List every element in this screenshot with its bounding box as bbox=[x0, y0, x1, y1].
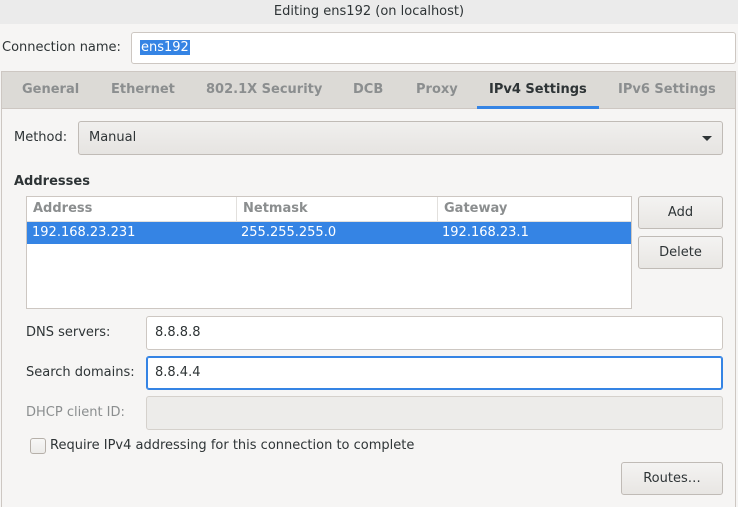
addresses-heading: Addresses bbox=[14, 174, 90, 189]
routes-button[interactable]: Routes… bbox=[621, 462, 723, 495]
column-header-address[interactable]: Address bbox=[27, 197, 236, 221]
method-dropdown[interactable]: Manual bbox=[78, 121, 723, 155]
tab-bar: General Ethernet 802.1X Security DCB Pro… bbox=[2, 72, 735, 109]
tab-general[interactable]: General bbox=[22, 72, 79, 109]
method-label: Method: bbox=[14, 130, 68, 145]
require-ipv4-checkbox[interactable] bbox=[30, 438, 46, 454]
search-domains-value: 8.8.4.4 bbox=[155, 365, 201, 380]
require-ipv4-label: Require IPv4 addressing for this connect… bbox=[50, 438, 415, 453]
method-value: Manual bbox=[89, 130, 137, 145]
window-title: Editing ens192 (on localhost) bbox=[0, 0, 738, 24]
add-address-button[interactable]: Add bbox=[638, 196, 723, 229]
tab-proxy[interactable]: Proxy bbox=[416, 72, 458, 109]
tab-ethernet[interactable]: Ethernet bbox=[111, 72, 175, 109]
dns-servers-value: 8.8.8.8 bbox=[155, 325, 201, 340]
tab-8021x-security[interactable]: 802.1X Security bbox=[206, 72, 322, 109]
search-domains-input[interactable]: 8.8.4.4 bbox=[146, 356, 723, 390]
connection-name-input[interactable]: ens192 bbox=[131, 32, 736, 64]
dns-servers-input[interactable]: 8.8.8.8 bbox=[146, 316, 723, 350]
addresses-table[interactable]: Address Netmask Gateway 192.168.23.231 2… bbox=[26, 196, 632, 309]
delete-address-button[interactable]: Delete bbox=[638, 236, 723, 269]
table-row[interactable]: 192.168.23.231 255.255.255.0 192.168.23.… bbox=[27, 222, 631, 244]
connection-name-value: ens192 bbox=[140, 40, 190, 55]
dhcp-client-id-input bbox=[146, 396, 723, 430]
column-header-netmask[interactable]: Netmask bbox=[236, 197, 437, 221]
tab-ipv4-settings[interactable]: IPv4 Settings bbox=[477, 72, 599, 109]
address-cell: 192.168.23.231 bbox=[32, 225, 136, 240]
dns-servers-label: DNS servers: bbox=[26, 325, 111, 340]
connection-name-label: Connection name: bbox=[2, 40, 121, 55]
tab-ipv6-settings[interactable]: IPv6 Settings bbox=[618, 72, 716, 109]
connection-name-row: Connection name: ens192 bbox=[0, 32, 738, 64]
netmask-cell: 255.255.255.0 bbox=[241, 225, 337, 240]
search-domains-label: Search domains: bbox=[26, 365, 135, 380]
dhcp-client-id-label: DHCP client ID: bbox=[26, 405, 125, 420]
column-header-gateway[interactable]: Gateway bbox=[437, 197, 631, 221]
chevron-down-icon bbox=[702, 136, 712, 141]
tab-dcb[interactable]: DCB bbox=[353, 72, 383, 109]
gateway-cell: 192.168.23.1 bbox=[442, 225, 529, 240]
addresses-table-header: Address Netmask Gateway bbox=[27, 197, 631, 222]
